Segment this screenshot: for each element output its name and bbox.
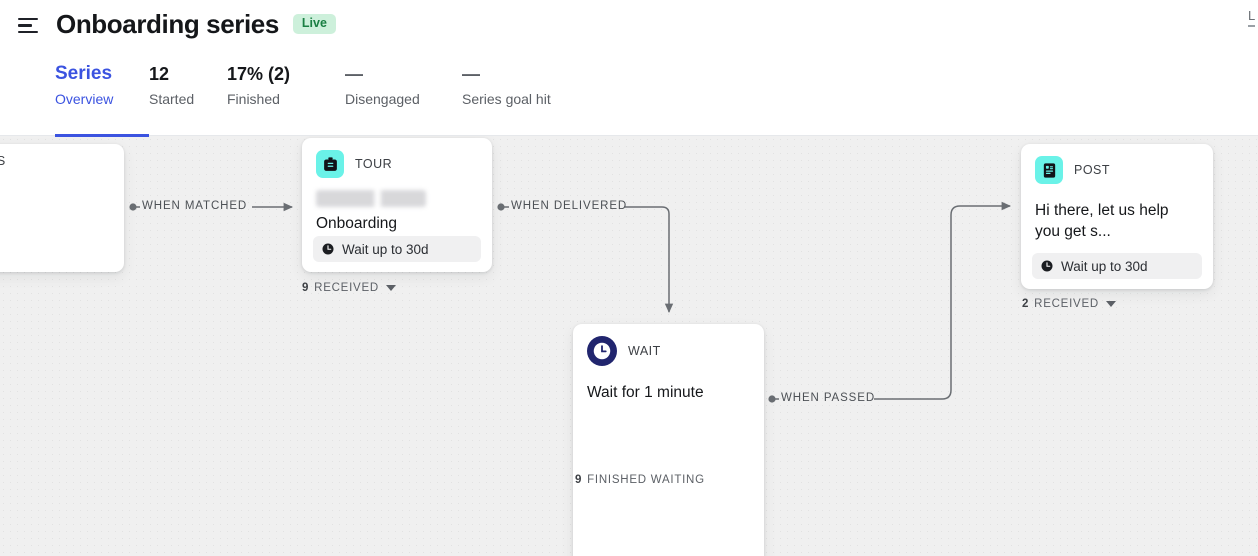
stat-started-value: 12 (149, 64, 170, 84)
stat-finished-label: Finished (227, 91, 280, 107)
post-wait-pill-label: Wait up to 30d (1061, 258, 1148, 274)
wait-footer-label: FINISHED WAITING (587, 474, 705, 486)
tour-icon (316, 150, 344, 178)
wait-footer: 9 FINISHED WAITING (575, 474, 705, 486)
clock-icon (1041, 260, 1053, 272)
page-title: Onboarding series (56, 8, 279, 39)
post-footer[interactable]: 2 RECEIVED (1022, 298, 1116, 310)
status-badge: Live (292, 14, 336, 34)
clock-icon (322, 243, 334, 255)
node-wait[interactable]: WAIT Wait for 1 minute (573, 324, 764, 556)
tour-header: TOUR (302, 138, 492, 178)
hamburger-line-2 (18, 24, 32, 27)
hamburger-icon[interactable] (18, 15, 40, 37)
stat-goal-label: Series goal hit (462, 91, 551, 107)
stat-started[interactable]: 12 Started (149, 62, 227, 110)
title-row: Onboarding series Live (18, 6, 336, 42)
wait-header: WAIT (573, 324, 764, 366)
tour-footer[interactable]: 9 RECEIVED (302, 282, 396, 294)
top-right-partial-link[interactable]: L (1248, 8, 1256, 27)
entry-rules-type-label: NTRY RULES (0, 154, 6, 168)
series-overview-app: Onboarding series Live L Series Overview… (0, 0, 1258, 556)
stat-disengaged[interactable]: — Disengaged (345, 62, 462, 110)
connector-label-when-delivered: WHEN DELIVERED (511, 200, 628, 212)
stat-disengaged-label: Disengaged (345, 91, 420, 107)
stat-started-label: Started (149, 91, 195, 107)
stat-finished[interactable]: 17% (2) Finished (227, 62, 345, 110)
wait-icon (587, 336, 617, 366)
active-tab-underline (55, 134, 149, 137)
tour-footer-label: RECEIVED (314, 282, 379, 294)
chevron-down-icon[interactable] (1105, 301, 1116, 307)
tour-footer-count: 9 (302, 282, 310, 294)
post-icon (1035, 156, 1063, 184)
post-footer-count: 2 (1022, 298, 1030, 310)
stats-tabs: Series Overview 12 Started 17% (2) Finis… (55, 62, 602, 110)
wait-footer-count: 9 (575, 474, 583, 486)
tour-wait-pill-label: Wait up to 30d (342, 241, 429, 257)
stat-finished-value: 17% (2) (227, 64, 291, 84)
node-tour[interactable]: TOUR Onboarding Wait up to 30d (302, 138, 492, 272)
post-title: Hi there, let us help you get s... (1035, 202, 1169, 240)
post-header: POST (1021, 144, 1213, 184)
node-entry-rules[interactable] (0, 144, 124, 272)
chevron-down-icon[interactable] (385, 285, 396, 291)
tour-redacted-text (316, 190, 426, 207)
stat-series-goal-hit[interactable]: — Series goal hit (462, 62, 602, 110)
hamburger-line-3 (18, 30, 38, 34)
page-header: Onboarding series Live L Series Overview… (0, 0, 1258, 137)
connector-label-when-matched: WHEN MATCHED (142, 200, 248, 212)
stat-series-label: Overview (55, 91, 114, 107)
stat-disengaged-value: — (345, 64, 363, 84)
stat-goal-value: — (462, 64, 480, 84)
node-post[interactable]: POST Hi there, let us help you get s... … (1021, 144, 1213, 289)
hamburger-line-1 (18, 17, 38, 21)
series-flow-canvas[interactable]: WHEN MATCHED WHEN DELIVERED WHEN PASSED … (0, 136, 1258, 556)
tour-wait-pill: Wait up to 30d (313, 236, 481, 262)
post-footer-label: RECEIVED (1034, 298, 1099, 310)
wait-type-label: WAIT (628, 344, 661, 358)
tab-series-overview[interactable]: Series Overview (55, 62, 149, 110)
tour-title: Onboarding (316, 215, 398, 232)
post-wait-pill: Wait up to 30d (1032, 253, 1202, 279)
connector-label-when-passed: WHEN PASSED (781, 392, 876, 404)
post-type-label: POST (1074, 163, 1111, 177)
tour-type-label: TOUR (355, 157, 393, 171)
stat-series-value: Series (55, 63, 113, 84)
wait-title: Wait for 1 minute (587, 384, 704, 401)
